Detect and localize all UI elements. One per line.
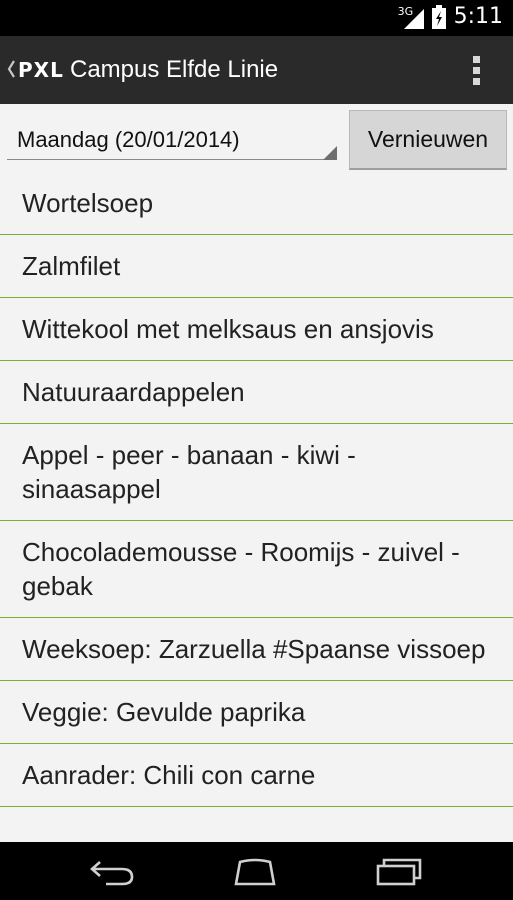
page-title: Campus Elfde Linie <box>70 56 279 83</box>
list-item[interactable]: Wittekool met melksaus en ansjovis <box>0 298 513 361</box>
list-item[interactable]: Chocolademousse - Roomijs - zuivel - geb… <box>0 521 513 618</box>
list-item[interactable]: Wortelsoep <box>0 172 513 235</box>
list-item[interactable]: Aanrader: Chili con carne <box>0 744 513 807</box>
action-bar: PXL Campus Elfde Linie <box>0 36 513 104</box>
status-bar: 3G 5:11 <box>0 0 513 36</box>
home-icon[interactable] <box>230 856 280 886</box>
recents-icon[interactable] <box>374 856 424 886</box>
selected-day: Maandag (20/01/2014) <box>17 127 240 152</box>
list-item[interactable]: Zalmfilet <box>0 235 513 298</box>
signal-icon <box>403 8 424 29</box>
spinner-underline <box>7 159 337 160</box>
back-icon[interactable] <box>86 856 136 886</box>
overflow-menu-icon[interactable] <box>473 56 481 86</box>
list-item[interactable]: Natuuraardappelen <box>0 361 513 424</box>
day-selector-row: Maandag (20/01/2014) Vernieuwen <box>0 104 513 172</box>
navigation-bar <box>0 842 513 900</box>
app-logo[interactable]: PXL <box>18 58 64 82</box>
refresh-button[interactable]: Vernieuwen <box>349 110 507 170</box>
list-item[interactable]: Appel - peer - banaan - kiwi - sinaasapp… <box>0 424 513 521</box>
battery-icon <box>431 4 446 29</box>
dropdown-triangle-icon <box>323 146 337 160</box>
up-caret-icon[interactable] <box>6 58 16 80</box>
list-item[interactable]: Weeksoep: Zarzuella #Spaanse vissoep <box>0 618 513 681</box>
list-item[interactable]: Veggie: Gevulde paprika <box>0 681 513 744</box>
status-icons: 3G 5:11 <box>398 4 503 29</box>
status-time: 5:11 <box>453 4 503 29</box>
menu-list: Wortelsoep Zalmfilet Wittekool met melks… <box>0 172 513 842</box>
day-spinner[interactable]: Maandag (20/01/2014) <box>7 118 337 162</box>
signal-indicator: 3G <box>398 5 424 29</box>
